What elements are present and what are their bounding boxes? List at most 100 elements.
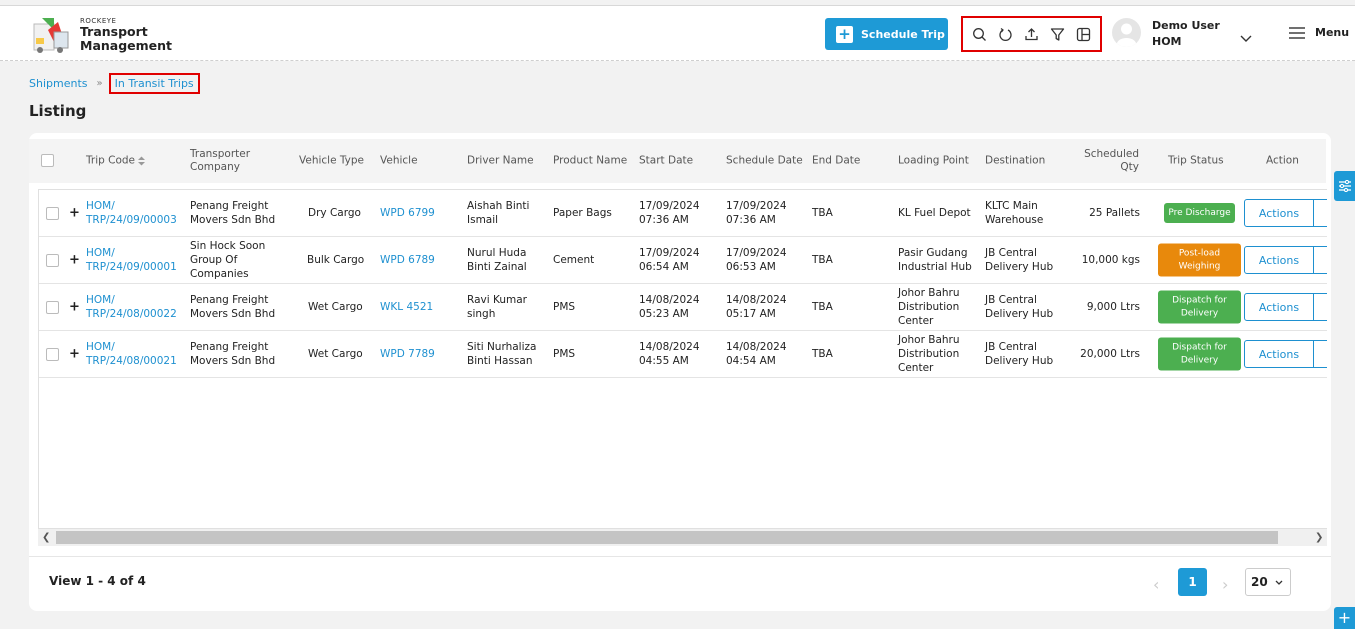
sliders-icon — [1338, 180, 1351, 192]
col-end-date: End Date — [812, 154, 861, 167]
chevron-down-icon — [1275, 580, 1283, 585]
trip-code-link[interactable]: HOM/ TRP/24/09/00001 — [86, 246, 186, 274]
transporter-cell: Penang Freight Movers Sdn Bhd — [190, 341, 276, 367]
qty-cell: 9,000 Ltrs — [1086, 301, 1140, 313]
filter-icon[interactable] — [1047, 24, 1067, 44]
breadcrumb-current[interactable]: In Transit Trips — [108, 73, 200, 94]
page-size-select[interactable]: 20 — [1245, 568, 1291, 596]
col-trip-status: Trip Status — [1168, 154, 1224, 167]
vehicle-link[interactable]: WPD 6799 — [380, 206, 435, 220]
start-date-cell: 17/09/2024 07:36 AM — [639, 200, 700, 226]
view-count: View 1 - 4 of 4 — [49, 574, 146, 588]
trip-code-link[interactable]: HOM/ TRP/24/08/00022 — [86, 293, 186, 321]
schedule-date-cell: 17/09/2024 06:53 AM — [726, 247, 787, 273]
col-driver: Driver Name — [467, 154, 534, 167]
row-checkbox[interactable] — [46, 301, 59, 314]
transporter-cell: Penang Freight Movers Sdn Bhd — [190, 294, 276, 320]
breadcrumb-separator: » — [96, 78, 103, 89]
table-row: + HOM/ TRP/24/09/00001 Sin Hock Soon Gro… — [39, 237, 1327, 284]
columns-icon[interactable] — [1073, 24, 1093, 44]
page-1-button[interactable]: 1 — [1178, 568, 1207, 596]
product-cell: Cement — [553, 254, 595, 266]
driver-cell: Aishah Binti Ismail — [467, 200, 530, 226]
schedule-date-cell: 14/08/2024 04:54 AM — [726, 341, 787, 367]
expand-icon[interactable]: + — [69, 206, 80, 221]
scroll-left-icon[interactable]: ❮ — [42, 532, 50, 543]
expand-icon[interactable]: + — [69, 253, 80, 268]
schedule-date-cell: 17/09/2024 07:36 AM — [726, 200, 787, 226]
refresh-icon[interactable] — [996, 24, 1016, 44]
loading-point-cell: KL Fuel Depot — [898, 207, 971, 219]
actions-dropdown[interactable] — [1313, 199, 1327, 227]
product-cell: PMS — [553, 348, 576, 360]
scrollbar-thumb[interactable] — [56, 531, 1278, 544]
user-name: Demo User — [1152, 19, 1220, 32]
start-date-cell: 14/08/2024 05:23 AM — [639, 294, 700, 320]
expand-icon[interactable]: + — [69, 300, 80, 315]
status-badge: Dispatch for Delivery — [1158, 290, 1241, 324]
menu-button[interactable]: Menu — [1289, 26, 1349, 39]
breadcrumb: Shipments » In Transit Trips — [29, 73, 200, 94]
expand-icon[interactable]: + — [69, 347, 80, 362]
col-transporter: Transporter Company — [190, 148, 251, 173]
brand-line2: Management — [80, 38, 173, 53]
qty-cell: 25 Pallets — [1089, 207, 1140, 219]
logo — [32, 16, 72, 54]
chevron-down-icon[interactable] — [1240, 28, 1252, 47]
destination-cell: JB Central Delivery Hub — [985, 294, 1054, 320]
actions-dropdown[interactable] — [1313, 293, 1327, 321]
destination-cell: KLTC Main Warehouse — [985, 200, 1044, 226]
scroll-right-icon[interactable]: ❯ — [1315, 532, 1323, 543]
actions-dropdown[interactable] — [1313, 246, 1327, 274]
row-checkbox[interactable] — [46, 254, 59, 267]
schedule-trip-button[interactable]: + Schedule Trip — [825, 18, 948, 50]
col-vehicle-type: Vehicle Type — [299, 154, 365, 167]
col-scheduled-qty: Scheduled Qty — [1084, 148, 1139, 173]
actions-dropdown[interactable] — [1313, 340, 1327, 368]
table-row: + HOM/ TRP/24/08/00022 Penang Freight Mo… — [39, 284, 1327, 331]
actions-button[interactable]: Actions — [1244, 246, 1314, 274]
brand-line1: Transport — [80, 24, 148, 39]
actions-button[interactable]: Actions — [1244, 340, 1314, 368]
vehicle-type-cell: Wet Cargo — [308, 348, 363, 360]
user-info[interactable]: Demo User HOM — [1152, 18, 1220, 50]
table-body: + HOM/ TRP/24/09/00003 Penang Freight Mo… — [38, 189, 1327, 529]
qty-cell: 10,000 kgs — [1081, 254, 1140, 266]
vehicle-type-cell: Dry Cargo — [308, 207, 361, 219]
col-vehicle: Vehicle — [380, 154, 418, 167]
row-checkbox[interactable] — [46, 348, 59, 361]
select-all-checkbox[interactable] — [41, 154, 54, 167]
trip-code-link[interactable]: HOM/ TRP/24/09/00003 — [86, 199, 186, 227]
col-start-date: Start Date — [639, 154, 694, 167]
end-date-cell: TBA — [812, 207, 833, 219]
breadcrumb-shipments[interactable]: Shipments — [29, 77, 88, 90]
vehicle-link[interactable]: WPD 7789 — [380, 347, 435, 361]
col-trip-code[interactable]: Trip Code — [86, 155, 145, 168]
col-action: Action — [1266, 154, 1299, 167]
col-trip-code-label: Trip Code — [86, 154, 135, 167]
vehicle-link[interactable]: WPD 6789 — [380, 253, 435, 267]
vehicle-type-cell: Wet Cargo — [308, 301, 363, 313]
horizontal-scrollbar[interactable]: ❮ ❯ — [38, 529, 1327, 546]
driver-cell: Nurul Huda Binti Zainal — [467, 247, 527, 273]
vehicle-type-cell: Bulk Cargo — [307, 254, 365, 266]
transporter-cell: Penang Freight Movers Sdn Bhd — [190, 200, 276, 226]
table-row: + HOM/ TRP/24/09/00003 Penang Freight Mo… — [39, 190, 1327, 237]
actions-button[interactable]: Actions — [1244, 199, 1314, 227]
avatar[interactable] — [1112, 18, 1141, 47]
end-date-cell: TBA — [812, 301, 833, 313]
driver-cell: Siti Nurhaliza Binti Hassan — [467, 341, 537, 367]
transporter-cell: Sin Hock Soon Group Of Companies — [190, 240, 266, 280]
prev-page-icon[interactable]: ‹ — [1153, 575, 1159, 594]
vehicle-link[interactable]: WKL 4521 — [380, 300, 433, 314]
search-icon[interactable] — [970, 24, 990, 44]
table-header: Trip Code Transporter Company Vehicle Ty… — [29, 139, 1326, 183]
status-badge: Pre Discharge — [1164, 203, 1235, 223]
row-checkbox[interactable] — [46, 207, 59, 220]
next-page-icon[interactable]: › — [1222, 575, 1228, 594]
trip-code-link[interactable]: HOM/ TRP/24/08/00021 — [86, 340, 186, 368]
upload-icon[interactable] — [1021, 24, 1041, 44]
settings-side-tab[interactable] — [1334, 171, 1355, 201]
actions-button[interactable]: Actions — [1244, 293, 1314, 321]
side-plus-button[interactable]: + — [1334, 607, 1355, 629]
